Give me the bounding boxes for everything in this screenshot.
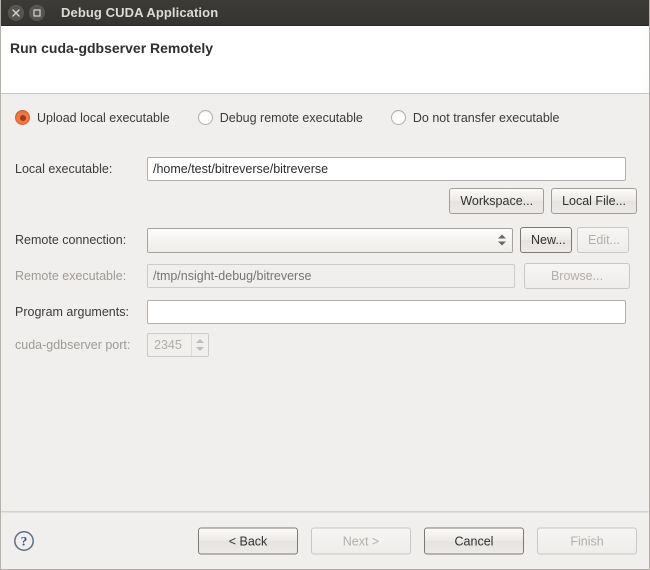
- remote-executable-label: Remote executable:: [1, 269, 147, 283]
- next-button: Next >: [311, 528, 411, 555]
- remote-connection-row: Remote connection: New... Edit...: [1, 228, 649, 252]
- dialog-body: Upload local executable Debug remote exe…: [1, 94, 649, 511]
- program-arguments-input[interactable]: [147, 300, 626, 324]
- remote-executable-row: Remote executable: Browse...: [1, 264, 649, 288]
- wizard-buttons: < Back Next > Cancel Finish: [198, 528, 637, 555]
- radio-label: Debug remote executable: [220, 111, 363, 125]
- close-icon: [12, 9, 20, 17]
- browse-button: Browse...: [524, 263, 630, 289]
- window-title: Debug CUDA Application: [61, 5, 218, 20]
- cancel-button[interactable]: Cancel: [424, 528, 524, 555]
- workspace-button[interactable]: Workspace...: [449, 188, 544, 214]
- wizard-header: Run cuda-gdbserver Remotely: [1, 26, 649, 94]
- program-arguments-row: Program arguments:: [1, 300, 649, 324]
- title-bar: Debug CUDA Application: [1, 0, 649, 26]
- remote-connection-combobox[interactable]: [147, 228, 513, 253]
- gdbserver-port-stepper: 2345: [147, 333, 209, 357]
- radio-label: Do not transfer executable: [413, 111, 560, 125]
- chevron-updown-icon: [498, 235, 506, 246]
- radio-do-not-transfer-executable[interactable]: Do not transfer executable: [391, 110, 560, 125]
- local-file-button[interactable]: Local File...: [551, 188, 637, 214]
- gdbserver-port-label: cuda-gdbserver port:: [1, 338, 147, 352]
- radio-debug-remote-executable[interactable]: Debug remote executable: [198, 110, 363, 125]
- help-circle-icon[interactable]: ?: [13, 530, 35, 552]
- radio-label: Upload local executable: [37, 111, 170, 125]
- remote-connection-label: Remote connection:: [1, 233, 147, 247]
- maximize-icon: [33, 9, 41, 17]
- finish-button: Finish: [537, 528, 637, 555]
- header-decoration-arc-inner: [474, 26, 649, 94]
- stepper-arrows-icon: [191, 334, 208, 356]
- local-executable-buttons: Workspace... Local File...: [1, 189, 649, 213]
- radio-dot-icon: [391, 110, 406, 125]
- local-executable-row: Local executable:: [1, 157, 649, 181]
- gdbserver-port-value: 2345: [148, 334, 191, 356]
- new-connection-button[interactable]: New...: [520, 227, 572, 253]
- maximize-button[interactable]: [29, 5, 45, 21]
- radio-dot-icon: [198, 110, 213, 125]
- radio-dot-icon: [15, 110, 30, 125]
- svg-text:?: ?: [21, 534, 28, 549]
- dialog-footer: ? < Back Next > Cancel Finish: [1, 512, 649, 569]
- local-executable-label: Local executable:: [1, 162, 147, 176]
- back-button[interactable]: < Back: [198, 528, 298, 555]
- edit-connection-button: Edit...: [577, 227, 629, 253]
- transfer-mode-radio-group: Upload local executable Debug remote exe…: [1, 110, 649, 125]
- page-title: Run cuda-gdbserver Remotely: [10, 40, 213, 56]
- local-executable-input[interactable]: [147, 157, 626, 181]
- close-button[interactable]: [8, 5, 24, 21]
- remote-executable-input: [147, 264, 515, 288]
- gdbserver-port-row: cuda-gdbserver port: 2345: [1, 333, 649, 357]
- radio-upload-local-executable[interactable]: Upload local executable: [15, 110, 170, 125]
- program-arguments-label: Program arguments:: [1, 305, 147, 319]
- dialog-window: Debug CUDA Application Run cuda-gdbserve…: [0, 0, 650, 570]
